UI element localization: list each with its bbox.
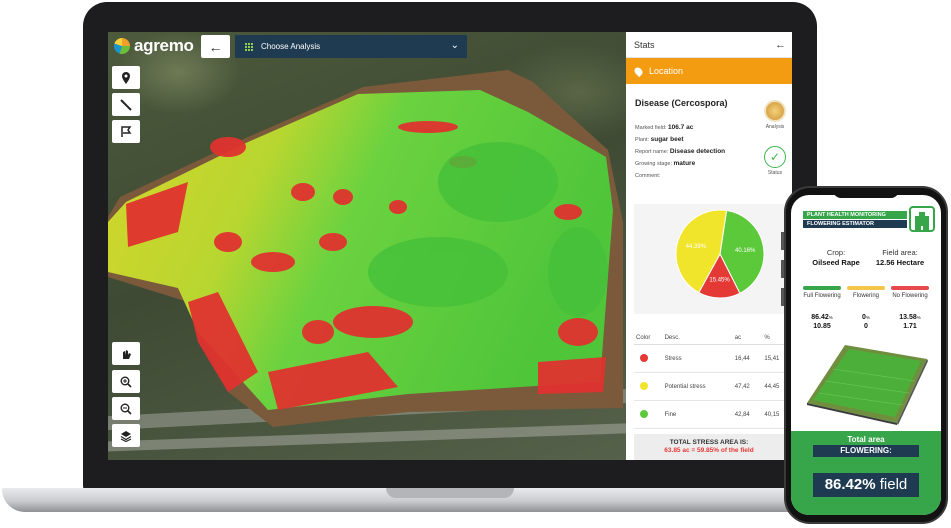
plant-health-logo-icon: [909, 206, 935, 232]
comment-row: Comment:: [635, 173, 661, 179]
polygon-flag-icon: [121, 125, 132, 137]
table-header-row: Color Desc. ac %: [634, 332, 792, 345]
flowering-heading: FLOWERING:: [813, 445, 919, 457]
stats-header: Stats ←: [626, 32, 792, 58]
row-desc: Fine: [662, 400, 733, 429]
zoom-in-icon: [120, 376, 132, 388]
disease-title: Disease (Cercospora): [635, 98, 728, 108]
location-pin-button[interactable]: [112, 66, 140, 89]
arrow-left-icon: ←: [208, 38, 223, 55]
collapse-arrow-icon[interactable]: ←: [775, 39, 786, 51]
location-pin-icon: [122, 71, 130, 84]
field-area-value: 12.56 Hectare: [875, 258, 925, 267]
brand-name: agremo: [134, 36, 194, 55]
hand-pin-button[interactable]: [112, 342, 140, 365]
zoom-out-button[interactable]: [112, 397, 140, 420]
phone-banner: PLANT HEALTH MONITORING FLOWERING ESTIMA…: [803, 211, 907, 229]
table-row: Stress 16,44 15,41: [634, 344, 792, 373]
stats-table: Color Desc. ac % Stress 16,44 15,41 Pote…: [634, 332, 792, 429]
col-desc: Desc.: [662, 332, 733, 345]
banner-flowering-estimator: FLOWERING ESTIMATOR: [803, 220, 907, 228]
result-pct: 86.42%: [824, 476, 876, 493]
growing-stage-row: Growing stage: mature: [635, 160, 696, 167]
crop-value: Oilseed Rape: [812, 258, 860, 267]
flowering-ha: 0: [864, 323, 868, 330]
ruler-icon: [120, 98, 132, 111]
banner-plant-health: PLANT HEALTH MONITORING: [803, 211, 907, 219]
layers-icon: [120, 430, 132, 442]
row-desc: Stress: [662, 344, 733, 373]
stress-color-dot: [640, 353, 648, 362]
pie-slice-label: 15.45%: [709, 278, 730, 284]
flowering-bar: [847, 286, 885, 290]
no-flowering-label: No Flowering: [892, 293, 928, 299]
flowering-result: 86.42% field: [813, 473, 919, 497]
zoom-in-button[interactable]: [112, 370, 140, 393]
location-bar[interactable]: Location: [626, 58, 792, 84]
total-area-panel: Total area FLOWERING: 86.42% field: [791, 431, 941, 515]
stats-title: Stats: [634, 39, 655, 50]
ruler-button[interactable]: [112, 93, 140, 116]
phone-screen: PLANT HEALTH MONITORING FLOWERING ESTIMA…: [791, 195, 941, 515]
pie-slice-label: 44.39%: [686, 244, 707, 250]
map-view[interactable]: agremo ← Choose Analysis ⌄: [108, 32, 668, 460]
no-flowering-ha: 1.71: [903, 323, 917, 330]
col-ac: ac: [732, 332, 763, 345]
laptop-notch: [386, 488, 514, 498]
choose-analysis-label: Choose Analysis: [261, 42, 321, 51]
table-row: Potential stress 47,42 44,45: [634, 372, 792, 401]
full-flowering-pct: 86.42%: [811, 314, 833, 321]
plant-row: Plant: sugar beet: [635, 136, 684, 143]
chevron-down-icon: ⌄: [450, 40, 459, 51]
fine-color-dot: [640, 409, 648, 418]
table-row: Fine 42,84 40,15: [634, 400, 792, 429]
row-desc: Potential stress: [662, 372, 733, 401]
field-area-label: Field area:: [882, 248, 918, 257]
potential-stress-color-dot: [640, 381, 648, 390]
pie-slice-label: 40.16%: [735, 248, 756, 254]
result-unit: field: [879, 476, 908, 493]
flowering-pct: 0%: [862, 314, 870, 321]
full-flowering-bar: [803, 286, 841, 290]
zoom-out-icon: [120, 403, 132, 415]
full-flowering-label: Full Flowering: [803, 293, 841, 299]
analysis-label: Analysis: [765, 124, 785, 130]
pie-chart-box: 40.16% 15.45% 44.39%: [634, 204, 784, 314]
status-check-icon[interactable]: ✓: [764, 146, 786, 168]
stats-panel: Stats ← Location Disease (Cercospora) Ma…: [626, 32, 792, 460]
report-name-row: Report name: Disease detection: [635, 148, 726, 155]
analysis-thumbnail-icon[interactable]: [764, 100, 786, 122]
marked-field-row: Marked field: 106.7 ac: [635, 124, 694, 131]
hand-pin-icon: [123, 349, 131, 359]
total-stress-box: TOTAL STRESS AREA IS: 63.85 ac = 59.85% …: [634, 434, 784, 460]
grid-icon: [245, 42, 253, 51]
crop-label: Crop:: [826, 248, 846, 257]
col-color: Color: [634, 332, 663, 345]
row-ac: 16,44: [732, 344, 763, 373]
total-area-label: Total area: [847, 435, 885, 444]
flowering-label: Flowering: [852, 293, 879, 299]
app-screen: agremo ← Choose Analysis ⌄ Stats ← Locat…: [108, 32, 792, 460]
row-ac: 47,42: [732, 372, 763, 401]
full-flowering-ha: 10.85: [813, 323, 831, 330]
total-stress-value: 63.85 ac = 59.85% of the field: [664, 447, 754, 454]
field-3d-thumbnail: [807, 345, 928, 425]
layers-button[interactable]: [112, 424, 140, 447]
agremo-logo: agremo: [114, 36, 194, 56]
agremo-logo-icon: [114, 38, 130, 54]
status-label: Status: [767, 170, 783, 176]
polygon-button[interactable]: [112, 120, 140, 143]
location-pin-icon: [632, 65, 645, 77]
row-ac: 42,84: [732, 400, 763, 429]
field-overlay: [108, 70, 623, 427]
choose-analysis-dropdown[interactable]: Choose Analysis ⌄: [235, 35, 467, 58]
total-stress-title: TOTAL STRESS AREA IS:: [669, 439, 749, 446]
stress-pie-chart: 40.16% 15.45% 44.39%: [675, 209, 765, 299]
no-flowering-pct: 13.58%: [899, 314, 921, 321]
back-button[interactable]: ←: [201, 35, 230, 58]
phone-notch: [833, 188, 899, 198]
location-label: Location: [649, 66, 684, 76]
no-flowering-bar: [891, 286, 929, 290]
